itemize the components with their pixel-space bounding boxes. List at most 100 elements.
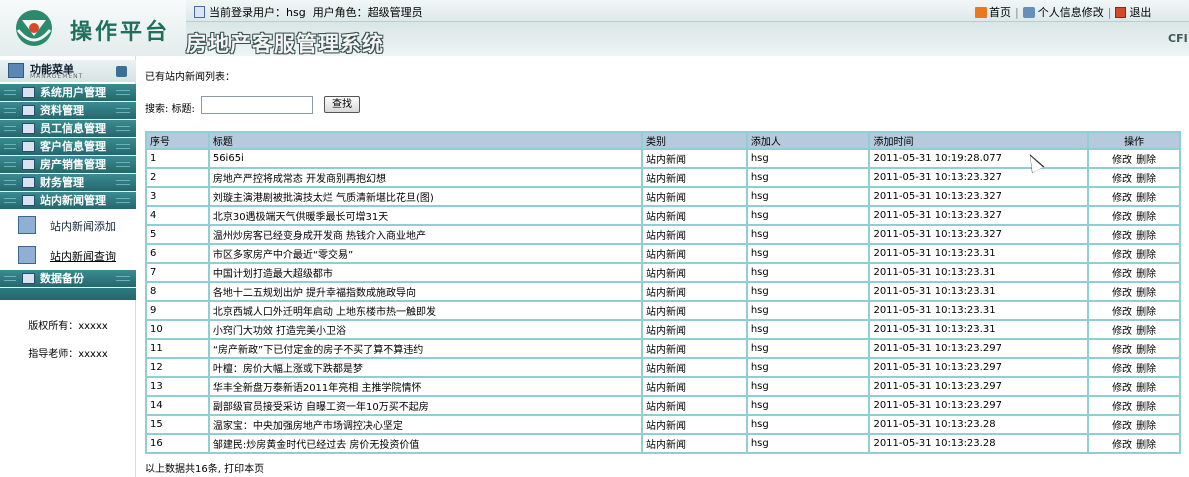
- cell-time: 2011-05-31 10:13:23.28: [868, 433, 1090, 454]
- delete-link[interactable]: 删除: [1136, 421, 1156, 432]
- delete-link[interactable]: 删除: [1136, 364, 1156, 375]
- delete-link[interactable]: 删除: [1136, 440, 1156, 451]
- edit-link[interactable]: 修改: [1112, 440, 1132, 451]
- cell-title: 中国计划打造最大超级都市: [207, 262, 644, 283]
- logout-icon[interactable]: [1115, 6, 1127, 18]
- sidebar-subitem-news-query[interactable]: 站内新闻查询: [0, 240, 136, 270]
- delete-link[interactable]: 删除: [1136, 155, 1156, 166]
- delete-link[interactable]: 删除: [1136, 269, 1156, 280]
- cell-id: 15: [145, 414, 210, 435]
- delete-link[interactable]: 删除: [1136, 345, 1156, 356]
- cell-actions: 修改 删除: [1087, 148, 1181, 169]
- delete-link[interactable]: 删除: [1136, 212, 1156, 223]
- edit-link[interactable]: 修改: [1112, 269, 1132, 280]
- edit-link[interactable]: 修改: [1112, 231, 1132, 242]
- sidebar-item-finance[interactable]: 财务管理: [0, 174, 136, 192]
- table-row: 10 小窍门大功效 打造完美小卫浴 站内新闻 hsg 2011-05-31 10:13:…: [145, 319, 1181, 340]
- home-link[interactable]: 首页: [989, 4, 1011, 20]
- cell-category: 站内新闻: [641, 300, 748, 321]
- cell-adder: hsg: [745, 319, 871, 340]
- edit-link[interactable]: 修改: [1112, 345, 1132, 356]
- user-label: 当前登录用户：: [209, 6, 286, 19]
- cell-category: 站内新闻: [641, 281, 748, 302]
- cell-time: 2011-05-31 10:13:23.297: [868, 338, 1090, 359]
- search-button[interactable]: 查找: [324, 96, 360, 113]
- sidebar-item-documents[interactable]: 资料管理: [0, 102, 136, 120]
- logout-link[interactable]: 退出: [1129, 4, 1151, 20]
- sidebar-item-label: 数据备份: [40, 272, 84, 285]
- sidebar-item-sales[interactable]: 房产销售管理: [0, 156, 136, 174]
- folder-icon: [22, 123, 35, 134]
- edit-link[interactable]: 修改: [1112, 288, 1132, 299]
- cell-category: 站内新闻: [641, 414, 748, 435]
- delete-link[interactable]: 删除: [1136, 193, 1156, 204]
- delete-link[interactable]: 删除: [1136, 383, 1156, 394]
- sidebar-item-employees[interactable]: 员工信息管理: [0, 120, 136, 138]
- delete-link[interactable]: 删除: [1136, 307, 1156, 318]
- delete-link[interactable]: 删除: [1136, 250, 1156, 261]
- edit-link[interactable]: 修改: [1112, 402, 1132, 413]
- teacher-text: 指导老师：xxxxx: [28, 349, 108, 360]
- cell-id: 10: [145, 319, 210, 340]
- edit-link[interactable]: 修改: [1112, 383, 1132, 394]
- home-icon[interactable]: [975, 6, 987, 18]
- cell-time: 2011-05-31 10:13:23.31: [868, 300, 1090, 321]
- collapse-icon[interactable]: [116, 66, 127, 77]
- table-row: 9 北京西城人口外迁明年启动 上地东楼市热一触即发 站内新闻 hsg 2011-05-3…: [145, 300, 1181, 321]
- delete-link[interactable]: 删除: [1136, 402, 1156, 413]
- edit-link[interactable]: 修改: [1112, 193, 1132, 204]
- search-title-input[interactable]: [201, 96, 313, 114]
- edit-link[interactable]: 修改: [1112, 421, 1132, 432]
- role-label: 用户角色：: [312, 6, 368, 19]
- edit-icon[interactable]: [1022, 6, 1035, 18]
- cell-title: 北京30遇极端天气供暖季最长可增31天: [207, 205, 644, 226]
- edit-link[interactable]: 修改: [1112, 174, 1132, 185]
- decor-stripes: [4, 90, 16, 95]
- edit-link[interactable]: 修改: [1112, 155, 1132, 166]
- edit-link[interactable]: 修改: [1112, 307, 1132, 318]
- cell-actions: 修改 删除: [1087, 414, 1181, 435]
- cell-category: 站内新闻: [641, 224, 748, 245]
- cell-time: 2011-05-31 10:13:23.297: [868, 376, 1090, 397]
- table-row: 14 副部级官员接受采访 自曝工资一年10万买不起房 站内新闻 hsg 2011-05-…: [145, 395, 1181, 416]
- edit-link[interactable]: 修改: [1112, 364, 1132, 375]
- folder-icon: [22, 177, 35, 188]
- decor-stripes: [4, 198, 16, 203]
- cell-time: 2011-05-31 10:13:23.31: [868, 281, 1090, 302]
- decor-stripes: [4, 144, 16, 149]
- sidebar-item-customers[interactable]: 客户信息管理: [0, 138, 136, 156]
- delete-link[interactable]: 删除: [1136, 326, 1156, 337]
- edit-link[interactable]: 修改: [1112, 326, 1132, 337]
- cell-category: 站内新闻: [641, 338, 748, 359]
- top-links: 首页 | 个人信息修改 | 退出: [975, 4, 1151, 20]
- cell-time: 2011-05-31 10:13:23.31: [868, 262, 1090, 283]
- sidebar-item-system-users[interactable]: 系统用户管理: [0, 84, 136, 102]
- decor-stripes: [116, 162, 130, 167]
- sidebar-subitem-news-add[interactable]: 站内新闻添加: [0, 210, 136, 240]
- cell-adder: hsg: [745, 376, 871, 397]
- cell-category: 站内新闻: [641, 243, 748, 264]
- cell-id: 14: [145, 395, 210, 416]
- edit-link[interactable]: 修改: [1112, 212, 1132, 223]
- cell-adder: hsg: [745, 148, 871, 169]
- cell-category: 站内新闻: [641, 376, 748, 397]
- table-row: 2 房地产严控将成常态 开发商别再抱幻想 站内新闻 hsg 2011-05-31 10:…: [145, 167, 1181, 188]
- sidebar-item-label: 客户信息管理: [40, 140, 106, 153]
- edit-link[interactable]: 修改: [1112, 250, 1132, 261]
- delete-link[interactable]: 删除: [1136, 174, 1156, 185]
- sidebar-item-news[interactable]: 站内新闻管理: [0, 192, 136, 210]
- decor-stripes: [116, 90, 130, 95]
- sidebar-item-backup[interactable]: 数据备份: [0, 270, 136, 288]
- cell-id: 11: [145, 338, 210, 359]
- profile-link[interactable]: 个人信息修改: [1038, 4, 1104, 20]
- folder-icon: [22, 87, 35, 98]
- cell-adder: hsg: [745, 262, 871, 283]
- cell-title: 邹建民:炒房黄金时代已经过去 房价无投资价值: [207, 433, 644, 454]
- cell-time: 2011-05-31 10:13:23.327: [868, 167, 1090, 188]
- cell-actions: 修改 删除: [1087, 357, 1181, 378]
- cell-title: 56i65i: [207, 148, 644, 169]
- delete-link[interactable]: 删除: [1136, 231, 1156, 242]
- link-separator: |: [1015, 5, 1019, 19]
- table-row: 11 “房产新政”下已付定金的房子不买了算不算违约 站内新闻 hsg 2011-05-3…: [145, 338, 1181, 359]
- delete-link[interactable]: 删除: [1136, 288, 1156, 299]
